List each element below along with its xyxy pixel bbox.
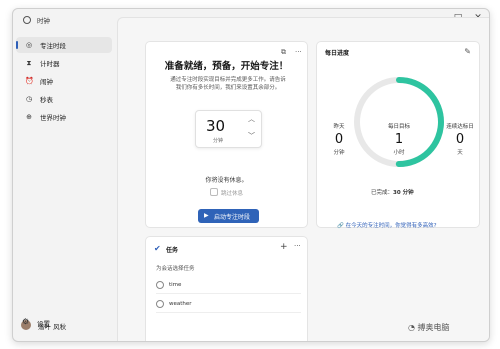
stat-unit: 天 xyxy=(457,150,463,156)
break-note: 你将没有休息。 xyxy=(205,177,248,184)
duration-stepper[interactable]: 30 分钟 ︿ ﹀ xyxy=(195,110,262,148)
app-title: 时钟 xyxy=(37,17,50,25)
globe-icon: ⊕ xyxy=(26,113,32,121)
focus-description: 通过专注时段实现目标并完成更多工作。请告诉我们你有多长时间，我们来设置其余部分。 xyxy=(170,77,286,91)
sidebar-item-label: 闹钟 xyxy=(40,78,53,86)
stopwatch-icon: ◷ xyxy=(25,95,33,103)
sidebar-item-world-clock[interactable]: ⊕ 世界时钟 xyxy=(16,109,112,125)
stat-label: 每日目标 xyxy=(387,124,410,130)
sidebar-item-timer[interactable]: ⧗ 计时器 xyxy=(16,55,112,71)
focus-icon: ◎ xyxy=(25,41,33,49)
settings-button[interactable]: ⚙ 设置 xyxy=(19,314,115,330)
feedback-link[interactable]: 🔗 在今天的专注时间，你觉得有多高效? xyxy=(337,221,437,229)
watermark-text: 搏奥电脑 xyxy=(417,323,450,332)
sidebar-item-alarm[interactable]: ⏰ 闹钟 xyxy=(16,73,112,89)
stat-unit: 分钟 xyxy=(333,150,345,156)
daily-goal-stat[interactable]: 每日目标 1 小时 xyxy=(379,122,419,156)
yesterday-stat: 昨天 0 分钟 xyxy=(325,122,353,156)
task-item[interactable]: weather xyxy=(156,297,301,313)
tasks-title: 任务 xyxy=(166,247,179,254)
duration-unit: 分钟 xyxy=(213,138,224,144)
focus-title: 准备就绪，预备，开始专注！ xyxy=(164,61,289,72)
watermark: ◔ 搏奥电脑 xyxy=(408,322,450,333)
sidebar: ◎ 专注时段 ⧗ 计时器 ⏰ 闹钟 ◷ 秒表 ⊕ 世界时钟 落叶 风秋 xyxy=(13,33,115,341)
stat-label: 昨天 xyxy=(333,124,345,130)
task-label: time xyxy=(169,282,182,288)
chevron-up-icon[interactable]: ︿ xyxy=(248,114,255,124)
focus-session-card: ⧉ ··· 准备就绪，预备，开始专注！ 通过专注时段实现目标并完成更多工作。请告… xyxy=(145,41,308,228)
stat-value: 0 xyxy=(334,132,344,147)
task-radio-icon[interactable] xyxy=(156,300,164,308)
play-icon: ▶ xyxy=(204,212,209,219)
more-options-icon[interactable]: ··· xyxy=(295,48,302,56)
link-icon: 🔗 xyxy=(337,223,344,229)
task-radio-icon[interactable] xyxy=(156,281,164,289)
pencil-icon[interactable]: ✎ xyxy=(464,47,471,56)
sidebar-item-label: 秒表 xyxy=(40,96,53,104)
stat-value: 0 xyxy=(455,132,465,147)
tasks-card: ✔ 任务 + ··· 为会话选择任务 time weather xyxy=(145,236,308,341)
tasks-more-button[interactable]: ··· xyxy=(294,242,301,250)
main-content: ⧉ ··· 准备就绪，预备，开始专注！ 通过专注时段实现目标并完成更多工作。请告… xyxy=(117,17,489,341)
completed-label: 已完成： xyxy=(371,190,394,196)
settings-label: 设置 xyxy=(37,320,50,328)
stat-unit: 小时 xyxy=(393,150,405,156)
clock-logo-icon xyxy=(23,16,31,24)
add-task-button[interactable]: + xyxy=(280,242,288,252)
task-item[interactable]: time xyxy=(156,278,301,294)
daily-progress-card: 每日进度 ✎ 昨天 0 分钟 每日目标 1 小时 连续达标日 0 天 已完成：3… xyxy=(316,41,480,229)
gear-icon: ⚙ xyxy=(22,317,30,326)
sidebar-item-label: 计时器 xyxy=(40,60,60,68)
chevron-down-icon[interactable]: ﹀ xyxy=(248,131,255,141)
timer-icon: ⧗ xyxy=(26,59,32,67)
task-label: weather xyxy=(169,301,192,307)
sidebar-item-focus[interactable]: ◎ 专注时段 xyxy=(16,37,112,53)
completed-value: 30 分钟 xyxy=(393,190,414,196)
skip-break-label: 跳过休息 xyxy=(221,191,244,197)
completed-summary: 已完成：30 分钟 xyxy=(371,188,414,196)
wechat-icon: ◔ xyxy=(408,323,415,332)
streak-stat: 连续达标日 0 天 xyxy=(443,122,477,156)
alarm-icon: ⏰ xyxy=(25,77,34,85)
feedback-link-text[interactable]: 在今天的专注时间，你觉得有多高效? xyxy=(346,223,437,229)
progress-title: 每日进度 xyxy=(325,50,350,57)
pin-icon[interactable]: ⧉ xyxy=(281,48,286,57)
sidebar-item-label: 专注时段 xyxy=(40,42,66,50)
checkbox-icon[interactable] xyxy=(210,188,218,196)
tasks-subtitle: 为会话选择任务 xyxy=(156,266,195,272)
clock-app-window: 时钟 — □ ✕ ◎ 专注时段 ⧗ 计时器 ⏰ 闹钟 ◷ 秒表 ⊕ 世界时钟 落… xyxy=(12,8,490,342)
todo-check-icon: ✔ xyxy=(154,244,161,253)
duration-value[interactable]: 30 xyxy=(206,117,225,135)
stat-label: 连续达标日 xyxy=(446,124,474,130)
sidebar-item-label: 世界时钟 xyxy=(40,114,66,122)
start-focus-button[interactable]: ▶ 启动专注时段 xyxy=(198,209,259,223)
sidebar-item-stopwatch[interactable]: ◷ 秒表 xyxy=(16,91,112,107)
stat-value: 1 xyxy=(394,132,404,147)
start-focus-label: 启动专注时段 xyxy=(214,214,251,221)
active-indicator xyxy=(16,41,18,49)
